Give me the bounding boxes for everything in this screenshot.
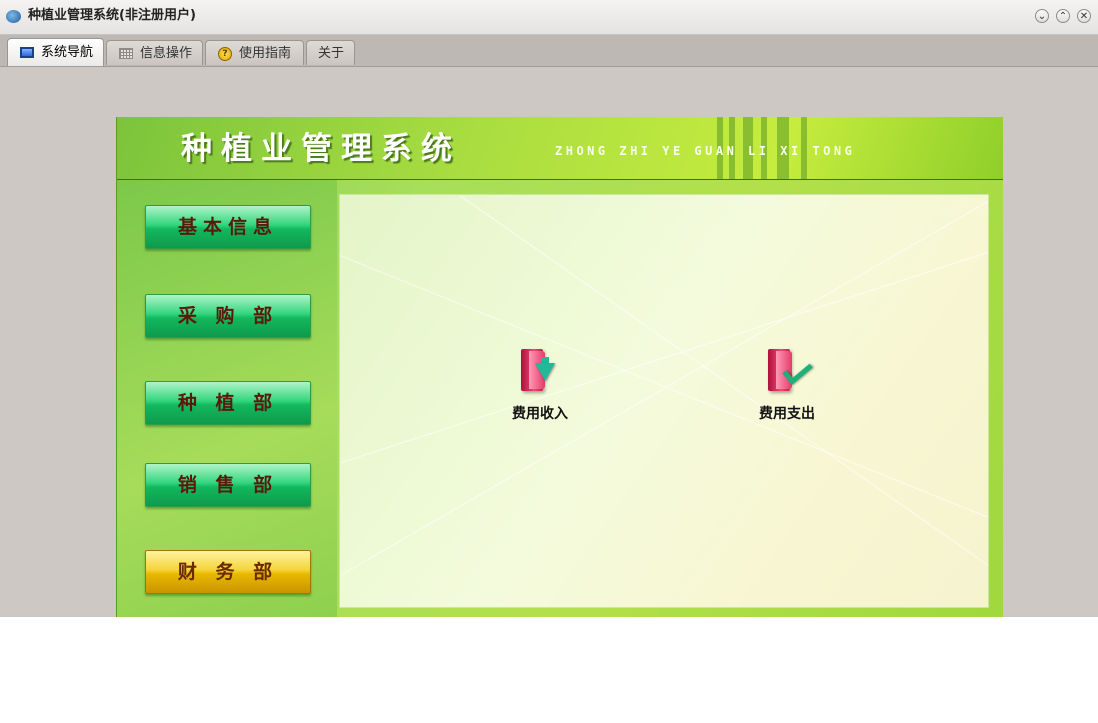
- purchasing-dept-button[interactable]: 采 购 部: [145, 294, 311, 338]
- finance-dept-button[interactable]: 财 务 部: [145, 550, 311, 594]
- minimize-icon[interactable]: ⌄: [1035, 9, 1049, 23]
- tab-label: 使用指南: [239, 46, 292, 61]
- tab-bar: 系统导航 信息操作 ? 使用指南 关于: [0, 35, 1098, 67]
- module-label: 费用支出: [759, 406, 815, 422]
- system-title: 种植业管理系统: [181, 131, 461, 167]
- help-icon: ?: [218, 47, 232, 61]
- expense-payout-module[interactable]: 费用支出: [737, 347, 837, 423]
- tab-label: 系统导航: [41, 45, 94, 60]
- close-icon[interactable]: ✕: [1077, 9, 1091, 23]
- app-logo-icon: [6, 10, 21, 23]
- module-area: 费用收入 费用支出: [339, 194, 989, 608]
- app-window: 种植业管理系统(非注册用户) ⌄ ⌃ ✕ 系统导航 信息操作 ? 使用指南 关于: [0, 0, 1098, 617]
- tab-about[interactable]: 关于: [306, 40, 355, 65]
- tab-system-navigation[interactable]: 系统导航: [7, 38, 104, 66]
- window-title: 种植业管理系统(非注册用户): [28, 8, 196, 23]
- sales-dept-button[interactable]: 销 售 部: [145, 463, 311, 507]
- tab-label: 关于: [318, 46, 345, 61]
- grid-icon: [119, 48, 133, 59]
- basic-info-button[interactable]: 基本信息: [145, 205, 311, 249]
- tab-user-guide[interactable]: ? 使用指南: [205, 40, 304, 65]
- planting-dept-button[interactable]: 种 植 部: [145, 381, 311, 425]
- tab-label: 信息操作: [140, 46, 193, 61]
- module-label: 费用收入: [512, 406, 568, 422]
- income-book-icon: [517, 347, 563, 395]
- title-bar: 种植业管理系统(非注册用户) ⌄ ⌃ ✕: [0, 0, 1098, 35]
- department-sidebar: 基本信息 采 购 部 种 植 部 销 售 部 财 务 部: [117, 180, 337, 617]
- monitor-icon: [20, 47, 34, 58]
- expense-book-icon: [764, 347, 813, 395]
- system-header: 种植业管理系统 ZHONG ZHI YE GUAN LI XI TONG: [117, 117, 1003, 180]
- navigation-panel: 种植业管理系统 ZHONG ZHI YE GUAN LI XI TONG 基本信…: [116, 117, 1003, 617]
- expense-income-module[interactable]: 费用收入: [490, 347, 590, 423]
- tab-info-operation[interactable]: 信息操作: [106, 40, 203, 65]
- maximize-icon[interactable]: ⌃: [1056, 9, 1070, 23]
- system-title-pinyin: ZHONG ZHI YE GUAN LI XI TONG: [555, 144, 856, 158]
